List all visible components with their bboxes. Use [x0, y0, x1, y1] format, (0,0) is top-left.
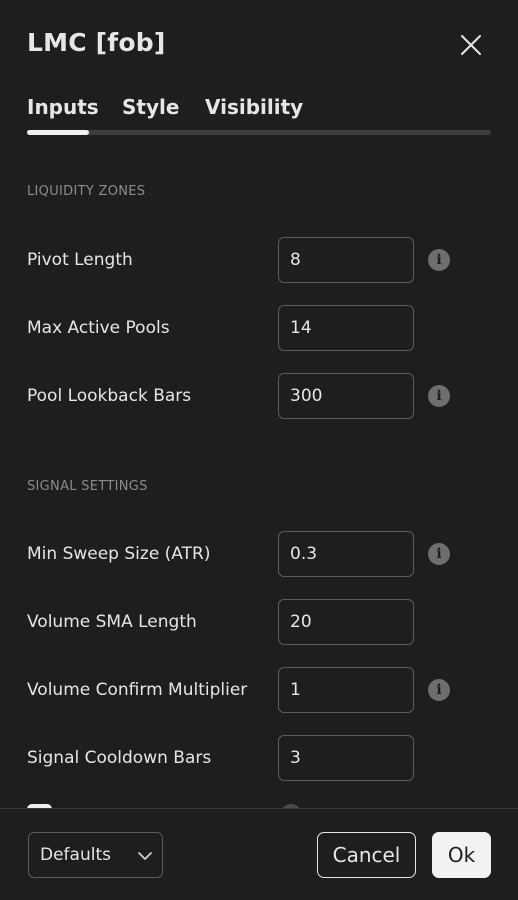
signal-cooldown-bars-field[interactable]	[278, 735, 414, 781]
ok-button[interactable]: Ok	[432, 832, 491, 878]
indicator-settings-dialog: LMC [fob] Inputs Style Visibility LIQUID…	[0, 0, 518, 900]
dialog-title: LMC [fob]	[27, 28, 166, 57]
volume-sma-length-label: Volume SMA Length	[27, 612, 197, 632]
close-icon	[461, 35, 481, 55]
signal-cooldown-bars-label: Signal Cooldown Bars	[27, 748, 212, 768]
info-icon[interactable]: i	[428, 249, 450, 271]
min-sweep-size-label: Min Sweep Size (ATR)	[27, 544, 211, 564]
pivot-length-label: Pivot Length	[27, 250, 133, 270]
min-sweep-size-field[interactable]	[278, 531, 414, 577]
pivot-length-input[interactable]	[279, 238, 413, 282]
defaults-label: Defaults	[40, 845, 111, 865]
volume-sma-length-field[interactable]	[278, 599, 414, 645]
max-active-pools-field[interactable]	[278, 305, 414, 351]
dialog-footer: Defaults Cancel Ok	[0, 808, 518, 900]
section-title-liquidity-zones: LIQUIDITY ZONES	[27, 184, 146, 199]
tab-inputs[interactable]: Inputs	[27, 95, 99, 119]
signal-cooldown-bars-input[interactable]	[279, 736, 413, 780]
max-active-pools-input[interactable]	[279, 306, 413, 350]
cancel-button[interactable]: Cancel	[317, 832, 416, 878]
tab-track	[27, 130, 491, 135]
chevron-down-icon	[138, 852, 152, 860]
max-active-pools-label: Max Active Pools	[27, 318, 170, 338]
tab-style[interactable]: Style	[122, 95, 179, 119]
pool-lookback-bars-label: Pool Lookback Bars	[27, 386, 192, 406]
pool-lookback-bars-input[interactable]	[279, 374, 413, 418]
close-button[interactable]	[456, 30, 486, 60]
pool-lookback-bars-field[interactable]	[278, 373, 414, 419]
volume-confirm-multiplier-input[interactable]	[279, 668, 413, 712]
section-title-signal-settings: SIGNAL SETTINGS	[27, 479, 148, 494]
tab-visibility[interactable]: Visibility	[205, 95, 303, 119]
volume-confirm-multiplier-label: Volume Confirm Multiplier	[27, 680, 248, 700]
min-sweep-size-input[interactable]	[279, 532, 413, 576]
volume-sma-length-input[interactable]	[279, 600, 413, 644]
volume-confirm-multiplier-field[interactable]	[278, 667, 414, 713]
defaults-dropdown[interactable]: Defaults	[28, 832, 163, 878]
active-tab-indicator	[27, 130, 89, 135]
info-icon[interactable]: i	[428, 679, 450, 701]
info-icon[interactable]: i	[428, 385, 450, 407]
info-icon[interactable]: i	[428, 543, 450, 565]
pivot-length-field[interactable]	[278, 237, 414, 283]
